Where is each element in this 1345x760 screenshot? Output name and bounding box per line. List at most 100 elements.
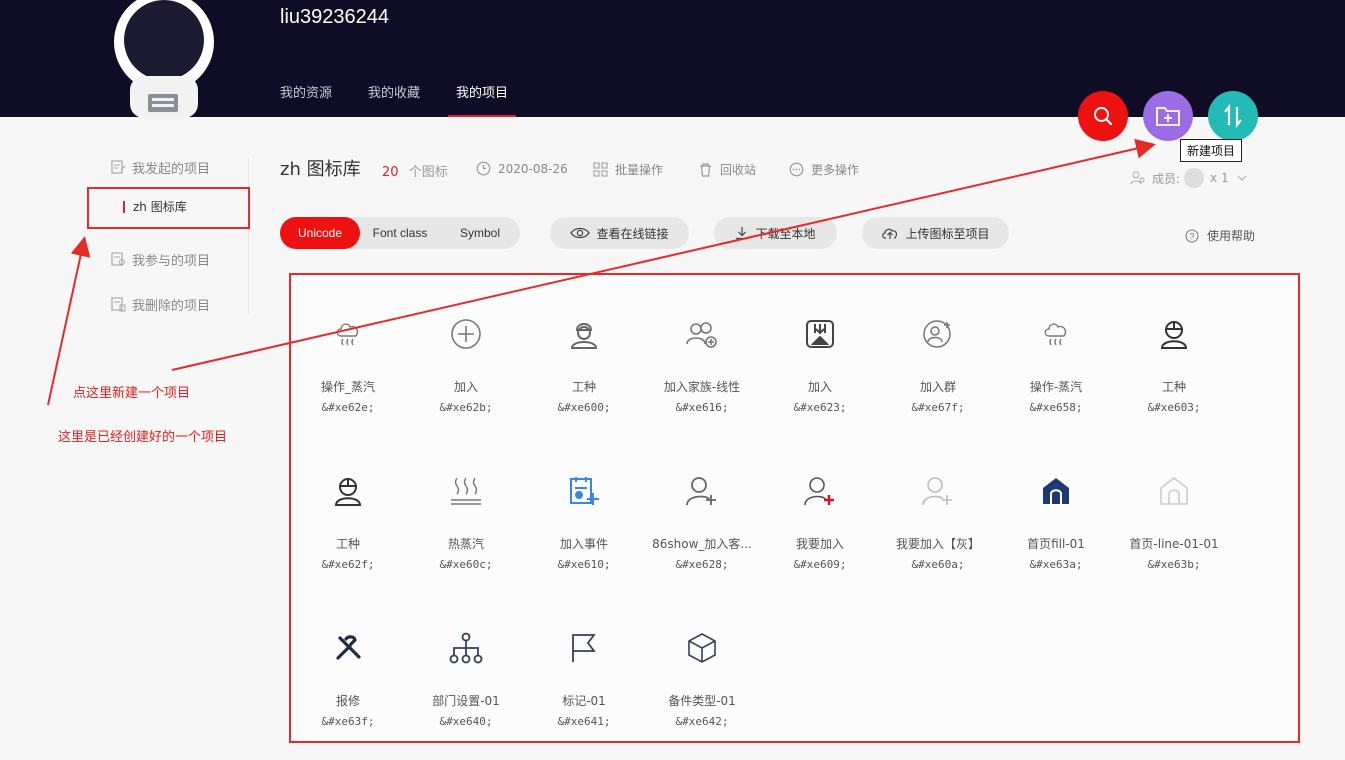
sort-button[interactable] [1208, 91, 1258, 141]
add-user-gray-icon [879, 471, 997, 511]
icon-name: 工种 [335, 537, 360, 551]
icon-name: 我要加入 [795, 537, 844, 551]
icon-card[interactable]: 部门设置-01 &#xe640; [407, 628, 525, 748]
upload-button[interactable]: 上传图标至项目 [862, 217, 1009, 249]
icon-name: 热蒸汽 [447, 537, 484, 551]
cloud-upload-icon [882, 228, 898, 239]
icon-code: &#xe62e; [321, 401, 375, 414]
icon-card[interactable]: 工种 &#xe62f; [289, 471, 407, 591]
help-link[interactable]: ? 使用帮助 [1185, 227, 1255, 244]
icon-card[interactable]: 热蒸汽 &#xe60c; [407, 471, 525, 591]
icon-code: &#xe610; [557, 558, 611, 571]
sidebar-item-label: 我发起的项目 [132, 161, 211, 177]
icon-card[interactable]: 加入 &#xe62b; [407, 314, 525, 434]
icon-card[interactable]: 首页-line-01-01 &#xe63b; [1115, 471, 1233, 591]
tab-symbol[interactable]: Symbol [440, 217, 520, 249]
icon-code: &#xe616; [675, 401, 729, 414]
icon-name: 加入家族-线性 [663, 380, 741, 394]
icon-name: 86show_加入客... [652, 537, 752, 551]
icon-code: &#xe658; [1029, 401, 1083, 414]
icon-card[interactable]: 首页fill-01 &#xe63a; [997, 471, 1115, 591]
sidebar-item-participated[interactable]: 我参与的项目 [110, 249, 210, 269]
icon-name: 首页fill-01 [1027, 537, 1085, 551]
top-header: liu39236244 我的资源 我的收藏 我的项目 [0, 0, 1345, 118]
question-circle-icon: ? [1185, 229, 1199, 242]
org-tree-icon [407, 628, 525, 668]
icon-code: &#xe641; [557, 715, 611, 728]
nav-my-resources[interactable]: 我的资源 [280, 82, 332, 117]
home-line-icon [1115, 471, 1233, 511]
icon-code: &#xe62f; [321, 558, 375, 571]
icon-name: 加入事件 [559, 537, 608, 551]
icon-card[interactable]: 工种 &#xe603; [1115, 314, 1233, 434]
annotation-highlight-box [87, 187, 250, 229]
plus-circle-icon [407, 314, 525, 354]
icon-code: &#xe60a; [911, 558, 965, 571]
icon-card[interactable]: 操作-蒸汽 &#xe658; [997, 314, 1115, 434]
chevron-down-icon [1237, 175, 1246, 181]
sort-arrows-icon [1224, 104, 1242, 128]
svg-text:?: ? [1189, 231, 1194, 241]
nav-my-projects[interactable]: 我的项目 [448, 82, 517, 117]
icon-name: 首页-line-01-01 [1129, 537, 1219, 551]
icon-card[interactable]: 86show_加入客... &#xe628; [643, 471, 761, 591]
icon-code: &#xe63b; [1147, 558, 1201, 571]
sidebar-divider [248, 158, 249, 313]
doc-user-icon [111, 252, 125, 266]
recycle-bin[interactable]: 回收站 [698, 161, 756, 178]
icon-code: &#xe609; [793, 558, 847, 571]
icon-code: &#xe60c; [439, 558, 493, 571]
sidebar-item-initiated[interactable]: 我发起的项目 [110, 157, 210, 177]
icon-card[interactable]: 标记-01 &#xe641; [525, 628, 643, 748]
date-text: 2020-08-26 [498, 161, 568, 176]
icon-card[interactable]: 加入家族-线性 &#xe616; [643, 314, 761, 434]
more-operations[interactable]: 更多操作 [789, 161, 859, 178]
icon-card[interactable]: 加入 &#xe623; [761, 314, 879, 434]
icon-name: 部门设置-01 [432, 694, 500, 708]
icon-name: 工种 [571, 380, 596, 394]
clock-icon [476, 161, 491, 176]
add-event-icon [525, 471, 643, 511]
download-button[interactable]: 下载至本地 [714, 217, 837, 249]
icon-name: 备件类型-01 [668, 694, 736, 708]
upload-label: 上传图标至项目 [905, 226, 990, 241]
top-nav: 我的资源 我的收藏 我的项目 [280, 82, 544, 117]
cube-icon [643, 628, 761, 668]
home-fill-icon [997, 471, 1115, 511]
more-dots-icon [789, 162, 804, 177]
icon-count-unit: 个图标 [408, 165, 448, 180]
icon-card[interactable]: 加入群 &#xe67f; [879, 314, 997, 434]
tab-unicode[interactable]: Unicode [280, 217, 360, 249]
sidebar-item-deleted[interactable]: 我删除的项目 [110, 294, 210, 314]
grid-icon [593, 162, 608, 177]
icon-card[interactable]: 加入事件 &#xe610; [525, 471, 643, 591]
batch-operation[interactable]: 批量操作 [593, 161, 663, 178]
icon-count: 20 个图标 [382, 161, 448, 180]
icon-card[interactable]: 我要加入【灰】 &#xe60a; [879, 471, 997, 591]
view-online-link-button[interactable]: 查看在线链接 [550, 217, 689, 249]
cloud-steam-icon [997, 314, 1115, 354]
icon-card[interactable]: 报修 &#xe63f; [289, 628, 407, 748]
flag-icon [525, 628, 643, 668]
folder-plus-icon [1156, 107, 1180, 126]
tab-font-class[interactable]: Font class [360, 217, 440, 249]
icon-card[interactable]: 工种 &#xe600; [525, 314, 643, 434]
join-group-icon [879, 314, 997, 354]
icon-code: &#xe67f; [911, 401, 965, 414]
members[interactable]: 成员: x 1 [1130, 168, 1247, 188]
icon-name: 加入群 [919, 380, 956, 394]
icon-card[interactable]: 操作_蒸汽 &#xe62e; [289, 314, 407, 434]
batch-label: 批量操作 [615, 163, 664, 177]
icon-card[interactable]: 备件类型-01 &#xe642; [643, 628, 761, 748]
icon-card[interactable]: 我要加入 &#xe609; [761, 471, 879, 591]
doc-trash-icon [111, 297, 126, 312]
project-date: 2020-08-26 [476, 161, 568, 176]
search-button[interactable] [1078, 91, 1128, 141]
icon-name: 加入 [453, 380, 478, 394]
icon-code: &#xe640; [439, 715, 493, 728]
add-family-icon [643, 314, 761, 354]
nav-my-favorites[interactable]: 我的收藏 [368, 82, 420, 117]
new-project-button[interactable] [1143, 91, 1193, 141]
download-label: 下载至本地 [755, 226, 816, 241]
repair-tools-icon [289, 628, 407, 668]
